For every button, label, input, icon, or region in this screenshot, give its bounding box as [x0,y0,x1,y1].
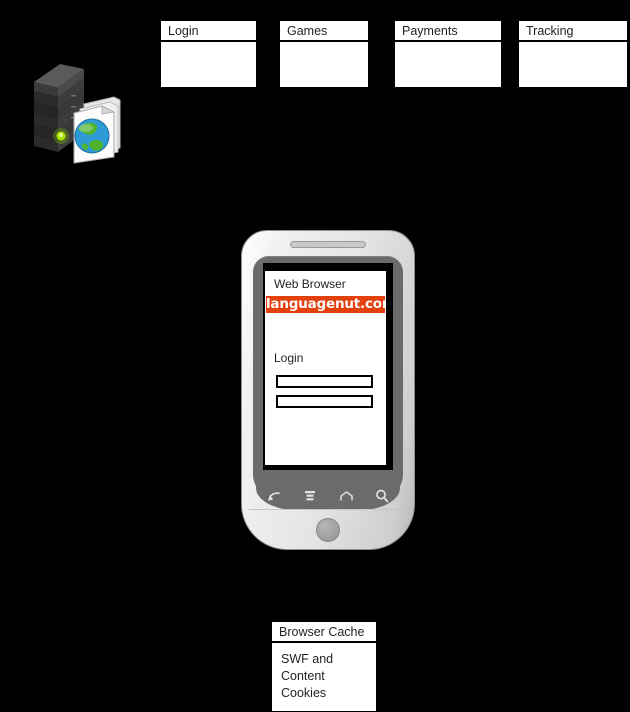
diagram-box-login-body [161,42,256,50]
diagram-box-login-title: Login [161,21,256,42]
smartphone: Web Browser languagenut.com Login [241,230,415,550]
phone-screen: Web Browser languagenut.com Login [265,271,386,465]
phone-nav-bar [256,482,400,510]
password-field[interactable] [276,395,373,408]
diagram-box-login: Login [160,20,257,88]
cache-line-2: Content [281,669,325,683]
diagram-box-payments-title: Payments [395,21,501,42]
diagram-box-tracking-body [519,42,627,50]
diagram-box-games-title: Games [280,21,368,42]
browser-title: Web Browser [274,277,346,291]
username-field[interactable] [276,375,373,388]
phone-chin-divider [249,509,405,510]
diagram-box-browser-cache-title: Browser Cache [272,622,376,643]
home-icon[interactable] [336,487,356,505]
diagram-box-payments-body [395,42,501,50]
diagram-box-browser-cache-body: SWF and Content Cookies [272,643,376,702]
server-group [22,56,140,164]
back-icon[interactable] [264,487,284,505]
diagram-box-games: Games [279,20,369,88]
diagram-box-payments: Payments [394,20,502,88]
diagram-box-games-body [280,42,368,50]
cache-line-3: Cookies [281,686,327,700]
menu-icon[interactable] [300,487,320,505]
cache-line-1: SWF and [281,652,334,666]
search-icon[interactable] [372,487,392,505]
site-logo-banner: languagenut.com [266,296,385,313]
phone-speaker-icon [290,241,366,248]
phone-home-button[interactable] [316,518,340,542]
login-heading: Login [274,351,304,365]
diagram-box-tracking: Tracking [518,20,628,88]
diagram-box-browser-cache: Browser Cache SWF and Content Cookies [271,621,377,712]
diagram-box-tracking-title: Tracking [519,21,627,42]
